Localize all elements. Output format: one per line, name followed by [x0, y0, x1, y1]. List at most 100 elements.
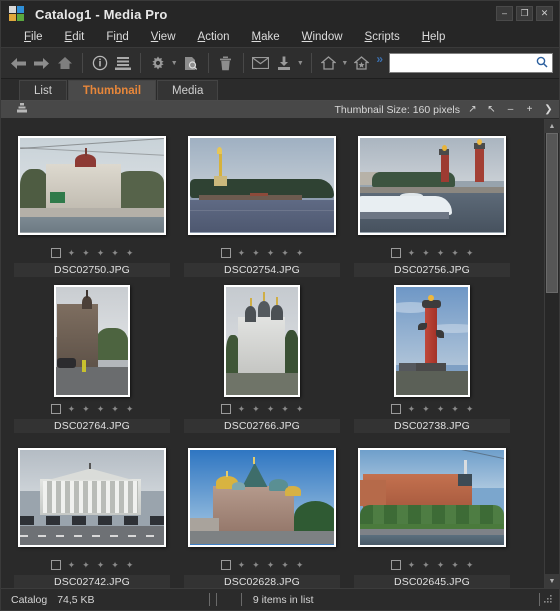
next-icon[interactable]: ❯ — [542, 104, 555, 115]
rating-star-4[interactable]: ✦ — [451, 248, 459, 258]
thumbnail-image[interactable] — [188, 447, 336, 547]
scroll-down-button[interactable]: ▼ — [545, 574, 559, 588]
rating-star-1[interactable]: ✦ — [408, 560, 416, 570]
select-checkbox[interactable] — [50, 404, 61, 414]
menu-edit[interactable]: Edit — [54, 29, 96, 45]
thumbnail-cell[interactable]: ✦ ✦ ✦ ✦ ✦ DSC02645.JPG — [347, 439, 517, 588]
rating-row[interactable]: ✦ ✦ ✦ ✦ ✦ — [220, 247, 304, 259]
rating-star-5[interactable]: ✦ — [296, 404, 304, 414]
minimize-button[interactable]: – — [496, 6, 513, 21]
thumbnail-cell[interactable]: ✦ ✦ ✦ ✦ ✦ DSC02766.JPG — [177, 283, 347, 439]
rating-star-4[interactable]: ✦ — [111, 248, 119, 258]
rating-star-5[interactable]: ✦ — [466, 404, 474, 414]
scroll-up-button[interactable]: ▲ — [545, 119, 559, 133]
rating-star-4[interactable]: ✦ — [451, 560, 459, 570]
thumbnail-image[interactable] — [358, 447, 506, 547]
rating-row[interactable]: ✦ ✦ ✦ ✦ ✦ — [390, 403, 474, 415]
forward-arrow-icon[interactable] — [30, 50, 52, 76]
thumbnail-cell[interactable]: ✦ ✦ ✦ ✦ ✦ DSC02750.JPG — [7, 127, 177, 283]
menu-file[interactable]: FFileile — [13, 29, 54, 45]
menu-action[interactable]: Action — [187, 29, 241, 45]
thumbnail-image[interactable] — [18, 135, 166, 235]
info-icon[interactable] — [88, 50, 110, 76]
rating-star-2[interactable]: ✦ — [252, 404, 260, 414]
rating-star-4[interactable]: ✦ — [451, 404, 459, 414]
rating-star-3[interactable]: ✦ — [437, 404, 445, 414]
rating-star-4[interactable]: ✦ — [111, 404, 119, 414]
rating-star-3[interactable]: ✦ — [267, 248, 275, 258]
back-arrow-icon[interactable] — [7, 50, 29, 76]
rating-star-1[interactable]: ✦ — [68, 560, 76, 570]
rating-star-1[interactable]: ✦ — [238, 560, 246, 570]
rating-star-4[interactable]: ✦ — [111, 560, 119, 570]
rating-star-3[interactable]: ✦ — [267, 560, 275, 570]
menu-find[interactable]: Find — [95, 29, 139, 45]
select-checkbox[interactable] — [50, 248, 61, 258]
gear-dropdown-caret-icon[interactable]: ▼ — [170, 50, 179, 76]
collapse-icon[interactable]: ↖ — [485, 104, 498, 115]
decrease-size-icon[interactable]: – — [504, 104, 517, 115]
rating-star-1[interactable]: ✦ — [238, 404, 246, 414]
search-icon[interactable] — [536, 56, 548, 71]
expand-icon[interactable]: ↗ — [466, 104, 479, 115]
select-checkbox[interactable] — [390, 248, 401, 258]
search-input[interactable] — [394, 57, 537, 69]
favorite-home-icon[interactable] — [350, 50, 372, 76]
rating-star-2[interactable]: ✦ — [422, 404, 430, 414]
envelope-icon[interactable] — [250, 50, 272, 76]
increase-size-icon[interactable]: + — [523, 104, 536, 115]
thumbnail-image[interactable] — [224, 285, 300, 397]
rating-star-4[interactable]: ✦ — [281, 248, 289, 258]
rating-row[interactable]: ✦ ✦ ✦ ✦ ✦ — [50, 247, 134, 259]
rating-star-1[interactable]: ✦ — [238, 248, 246, 258]
thumbnail-cell[interactable]: ✦ ✦ ✦ ✦ ✦ DSC02742.JPG — [7, 439, 177, 588]
thumbnail-image[interactable] — [188, 135, 336, 235]
scrollbar-track[interactable] — [545, 133, 559, 574]
thumbnail-cell[interactable]: ✦ ✦ ✦ ✦ ✦ DSC02628.JPG — [177, 439, 347, 588]
tab-list[interactable]: List — [19, 80, 67, 100]
menu-make[interactable]: Make — [240, 29, 290, 45]
rating-star-2[interactable]: ✦ — [82, 560, 90, 570]
tab-media[interactable]: Media — [157, 80, 219, 100]
rating-star-2[interactable]: ✦ — [82, 248, 90, 258]
rating-row[interactable]: ✦ ✦ ✦ ✦ ✦ — [390, 559, 473, 571]
gear-icon[interactable] — [147, 50, 169, 76]
import-icon[interactable] — [273, 50, 295, 76]
menu-view[interactable]: View — [140, 29, 187, 45]
rating-star-5[interactable]: ✦ — [126, 248, 134, 258]
thumbnail-cell[interactable]: ✦ ✦ ✦ ✦ ✦ DSC02754.JPG — [177, 127, 347, 283]
trash-icon[interactable] — [215, 50, 237, 76]
rating-star-1[interactable]: ✦ — [408, 404, 416, 414]
rating-star-1[interactable]: ✦ — [408, 248, 416, 258]
rating-star-5[interactable]: ✦ — [126, 560, 134, 570]
rating-star-5[interactable]: ✦ — [466, 248, 474, 258]
close-button[interactable]: ✕ — [536, 6, 553, 21]
rating-star-1[interactable]: ✦ — [68, 248, 76, 258]
rating-star-4[interactable]: ✦ — [281, 404, 289, 414]
menu-window[interactable]: Window — [291, 29, 354, 45]
rating-row[interactable]: ✦ ✦ ✦ ✦ ✦ — [220, 559, 304, 571]
rating-star-5[interactable]: ✦ — [296, 248, 304, 258]
menu-scripts[interactable]: Scripts — [354, 29, 411, 45]
rating-star-2[interactable]: ✦ — [422, 560, 430, 570]
sort-icon[interactable] — [17, 102, 27, 117]
import-dropdown-caret-icon[interactable]: ▼ — [296, 50, 305, 76]
select-checkbox[interactable] — [390, 560, 401, 570]
rating-star-2[interactable]: ✦ — [82, 404, 90, 414]
rating-star-5[interactable]: ✦ — [296, 560, 304, 570]
rating-row[interactable]: ✦ ✦ ✦ ✦ ✦ — [50, 559, 134, 571]
rating-star-2[interactable]: ✦ — [422, 248, 430, 258]
rating-row[interactable]: ✦ ✦ ✦ ✦ ✦ — [390, 247, 474, 259]
preview-search-icon[interactable] — [179, 50, 201, 76]
thumbnail-cell[interactable]: ✦ ✦ ✦ ✦ ✦ DSC02738.JPG — [347, 283, 517, 439]
select-checkbox[interactable] — [220, 248, 231, 258]
rating-star-2[interactable]: ✦ — [252, 560, 260, 570]
thumbnail-image[interactable] — [18, 447, 166, 547]
rating-row[interactable]: ✦ ✦ ✦ ✦ ✦ — [50, 403, 133, 415]
thumbnail-image[interactable] — [394, 285, 470, 397]
rating-star-3[interactable]: ✦ — [97, 248, 105, 258]
thumbnail-cell[interactable]: ✦ ✦ ✦ ✦ ✦ DSC02764.JPG — [7, 283, 177, 439]
select-checkbox[interactable] — [50, 560, 61, 570]
toolbar-overflow-icon[interactable]: » — [376, 52, 383, 66]
search-box[interactable] — [389, 53, 554, 73]
